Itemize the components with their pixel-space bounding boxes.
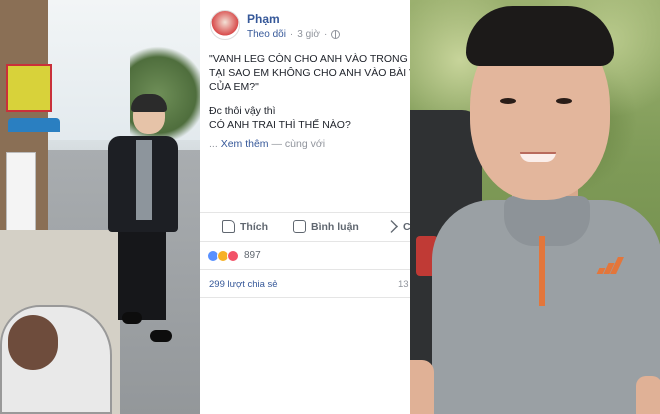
facebook-post-card: Phạm Theo dõi · 3 giờ · "VANH LEG CÒN CH… (200, 0, 410, 414)
see-more-link[interactable]: Xem thêm (221, 138, 269, 150)
post-line: CÓ ANH TRAI THÌ THẾ NÀO? (209, 119, 351, 131)
post-line: "VANH LEG CÒN CHO ANH VÀO TRONG (209, 53, 408, 65)
shoe (122, 312, 142, 324)
eye (500, 98, 516, 104)
right-photo (410, 0, 660, 414)
share-icon (385, 220, 398, 233)
shirt-collar (504, 196, 590, 246)
meta-separator: · (323, 29, 328, 40)
action-bar: Thích Bình luận C (200, 212, 410, 242)
hair (466, 6, 614, 66)
see-more-row: ... Xem thêm — cùng với (209, 138, 325, 150)
smile (520, 152, 556, 162)
share-button[interactable]: C (385, 220, 410, 233)
avatar[interactable] (210, 10, 240, 40)
comment-label: Bình luận (311, 220, 359, 233)
shirt-placket (539, 236, 545, 306)
man-legs (118, 228, 166, 320)
post-text: "VANH LEG CÒN CHO ANH VÀO TRONG TẠI SAO … (209, 52, 410, 132)
like-icon (222, 220, 235, 233)
like-label: Thích (240, 220, 268, 233)
post-time[interactable]: 3 giờ (297, 29, 320, 40)
love-reaction-icon (227, 250, 239, 262)
comment-icon (293, 220, 306, 233)
scooter-seat (8, 315, 58, 370)
post-line: TẠI SAO EM KHÔNG CHO ANH VÀO BÀI V (209, 67, 410, 79)
post-header: Phạm Theo dõi · 3 giờ · (200, 0, 410, 52)
meta-separator: · (289, 29, 294, 40)
reaction-count[interactable]: 897 (244, 250, 261, 261)
comment-count[interactable]: 13 (398, 279, 409, 290)
post-line: CỦA EM?" (209, 81, 259, 93)
shares-row: 299 lượt chia sẻ 13 (200, 270, 410, 298)
reaction-icons (207, 250, 239, 262)
share-count[interactable]: 299 lượt chia sẻ (209, 279, 278, 290)
man-shirt (136, 140, 152, 220)
author-name[interactable]: Phạm (247, 12, 280, 26)
comment-button[interactable]: Bình luận (293, 220, 359, 233)
globe-icon (331, 30, 341, 39)
share-label: C (403, 220, 410, 233)
shoe (150, 330, 172, 342)
follow-link[interactable]: Theo dõi (247, 29, 286, 40)
shop-sign (6, 64, 52, 112)
post-meta: Theo dõi · 3 giờ · (247, 29, 341, 40)
brand-logo (596, 256, 624, 274)
left-photo (0, 0, 200, 414)
like-button[interactable]: Thích (222, 220, 268, 233)
hand (636, 376, 660, 414)
helmet (131, 94, 167, 112)
hand (410, 360, 434, 414)
post-line: Đc thôi vậy thì (209, 105, 276, 117)
tagged-with: — cùng với (271, 138, 326, 150)
ellipsis: ... (209, 138, 218, 150)
awning (8, 118, 60, 132)
reactions-row[interactable]: 897 (200, 242, 410, 270)
eye (556, 98, 572, 104)
